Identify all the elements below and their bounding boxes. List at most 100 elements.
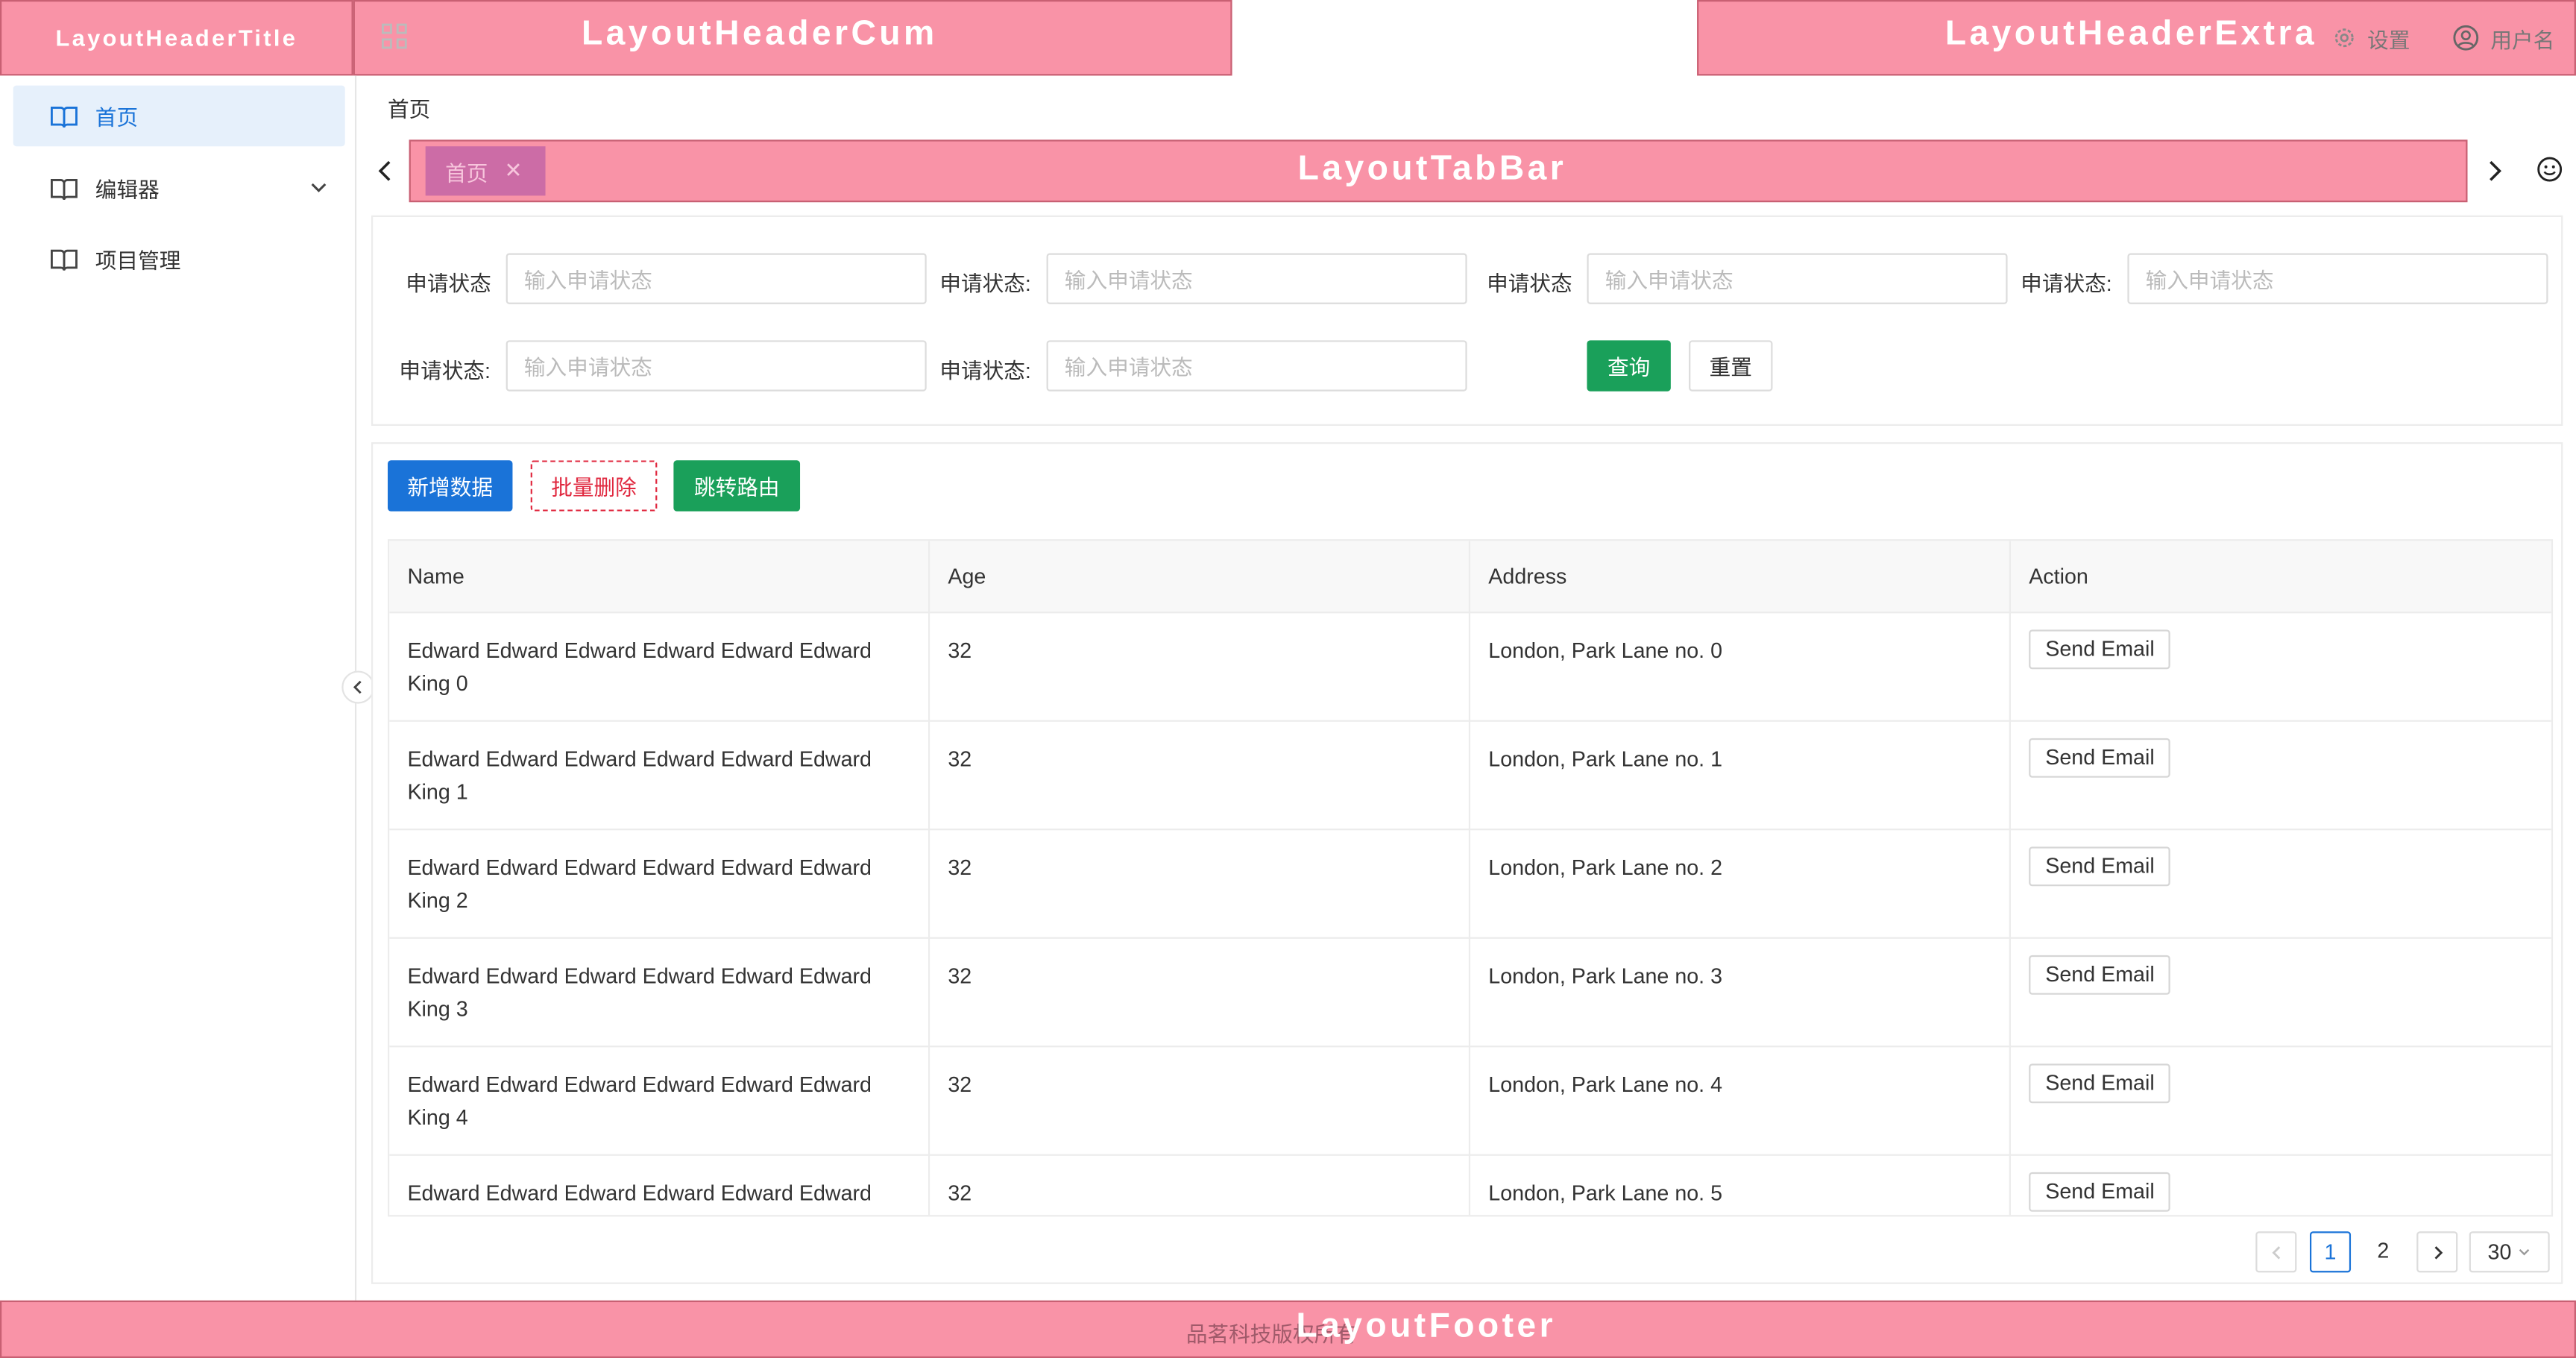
column-header-name: Name <box>389 541 930 612</box>
query-button[interactable]: 查询 <box>1587 340 1671 392</box>
sidebar-item-label: 首页 <box>95 105 139 131</box>
tab-label: 首页 <box>445 160 488 186</box>
chevron-down-icon <box>2519 1248 2529 1256</box>
book-icon <box>50 105 78 127</box>
cell-address: London, Park Lane no. 4 <box>1470 1046 2011 1154</box>
cell-name: Edward Edward Edward Edward Edward Edwar… <box>389 612 930 720</box>
book-icon <box>50 248 78 270</box>
cell-age: 32 <box>930 720 1471 829</box>
send-email-button[interactable]: Send Email <box>2029 1172 2171 1212</box>
settings-button[interactable]: 设置 <box>2333 22 2410 54</box>
send-email-button[interactable]: Send Email <box>2029 629 2171 670</box>
cell-name: Edward Edward Edward Edward Edward Edwar… <box>389 720 930 829</box>
app-grid-icon[interactable] <box>380 22 409 51</box>
table-row: Edward Edward Edward Edward Edward Edwar… <box>389 1154 2551 1216</box>
send-email-button[interactable]: Send Email <box>2029 955 2171 995</box>
column-header-age: Age <box>930 541 1471 612</box>
cell-age: 32 <box>930 1154 1471 1216</box>
application-status-input[interactable]: 输入申请状态 <box>1046 253 1467 304</box>
sidebar: 首页 编辑器 项目管理 <box>0 75 357 1301</box>
reset-button[interactable]: 重置 <box>1689 340 1773 392</box>
breadcrumb-current: 首页 <box>388 97 431 122</box>
add-data-button[interactable]: 新增数据 <box>388 460 513 512</box>
cell-name: Edward Edward Edward Edward Edward Edwar… <box>389 1046 930 1154</box>
pagination-page-1[interactable]: 1 <box>2309 1231 2352 1273</box>
sidebar-item-label: 项目管理 <box>95 248 181 273</box>
chevron-right-icon <box>2434 1245 2443 1259</box>
header-title-label: LayoutHeaderTitle <box>55 25 298 51</box>
sidebar-item-project-management[interactable]: 项目管理 <box>13 228 345 289</box>
page-size-select[interactable]: 30 <box>2469 1231 2550 1273</box>
cell-action: Send Email <box>2011 1046 2551 1154</box>
application-status-input[interactable]: 输入申请状态 <box>506 253 927 304</box>
field-label: 申请状态 <box>1487 271 1572 296</box>
layout-header-title: LayoutHeaderTitle <box>0 0 353 76</box>
layout-header-extra: LayoutHeaderExtra <box>1697 0 2576 76</box>
application-status-input[interactable]: 输入申请状态 <box>2127 253 2548 304</box>
column-header-action: Action <box>2029 564 2088 589</box>
tab-close-icon[interactable]: ✕ <box>504 158 522 184</box>
cell-action: Send Email <box>2011 1154 2551 1216</box>
user-avatar-icon <box>2453 25 2479 51</box>
cell-name: Edward Edward Edward Edward Edward Edwar… <box>389 937 930 1046</box>
sidebar-item-home[interactable]: 首页 <box>13 85 345 147</box>
application-status-input[interactable]: 输入申请状态 <box>506 340 927 392</box>
pagination-prev-button[interactable] <box>2255 1231 2297 1273</box>
username-label: 用户名 <box>2490 27 2555 52</box>
header-cum-label: LayoutHeaderCum <box>582 14 938 53</box>
send-email-button[interactable]: Send Email <box>2029 738 2171 778</box>
table-row: Edward Edward Edward Edward Edward Edwar… <box>389 937 2551 1048</box>
table-panel: 新增数据 批量删除 跳转路由 Name Age Address Action E… <box>371 442 2563 1284</box>
route-jump-button[interactable]: 跳转路由 <box>673 460 801 512</box>
cell-address: London, Park Lane no. 2 <box>1470 829 2011 937</box>
sidebar-item-label: 编辑器 <box>95 177 160 203</box>
tab-scroll-left-icon[interactable] <box>371 156 401 186</box>
send-email-button[interactable]: Send Email <box>2029 846 2171 887</box>
layout-footer: 品茗科技版权所有 LayoutFooter <box>0 1300 2576 1358</box>
chevron-left-icon <box>353 680 362 694</box>
layout-header-cum: LayoutHeaderCum <box>353 0 1232 76</box>
settings-label: 设置 <box>2367 27 2410 52</box>
table-header: Name Age Address Action <box>389 541 2551 614</box>
cell-address: London, Park Lane no. 1 <box>1470 720 2011 829</box>
sidebar-collapse-button[interactable] <box>341 670 375 704</box>
pagination-next-button[interactable] <box>2416 1231 2458 1273</box>
field-label: 申请状态: <box>399 358 491 383</box>
column-header-address: Address <box>1470 541 2011 612</box>
smiley-icon[interactable] <box>2536 156 2563 182</box>
tab-home[interactable]: 首页 ✕ <box>425 146 546 196</box>
cell-action: Send Email <box>2011 720 2551 829</box>
cell-action: Send Email <box>2011 937 2551 1046</box>
breadcrumb: 首页 <box>388 92 430 123</box>
field-label: 申请状态 <box>406 271 491 296</box>
table-row: Edward Edward Edward Edward Edward Edwar… <box>389 1046 2551 1156</box>
cell-address: London, Park Lane no. 3 <box>1470 937 2011 1046</box>
cell-action: Send Email <box>2011 829 2551 937</box>
field-label: 申请状态: <box>939 271 1031 296</box>
field-label: 申请状态: <box>2021 271 2112 296</box>
cell-address: London, Park Lane no. 0 <box>1470 612 2011 720</box>
table-row: Edward Edward Edward Edward Edward Edwar… <box>389 612 2551 722</box>
application-status-input[interactable]: 输入申请状态 <box>1046 340 1467 392</box>
page-size-value: 30 <box>2487 1239 2512 1265</box>
tab-scroll-right-icon[interactable] <box>2479 156 2509 186</box>
cell-age: 32 <box>930 1046 1471 1154</box>
footer-label: LayoutFooter <box>1296 1307 1556 1345</box>
data-table: Name Age Address Action Edward Edward Ed… <box>388 539 2554 1217</box>
cell-age: 32 <box>930 937 1471 1046</box>
tab-bar-label: LayoutTabBar <box>1297 149 1567 188</box>
cell-name: Edward Edward Edward Edward Edward Edwar… <box>389 1154 930 1216</box>
batch-delete-button[interactable]: 批量删除 <box>530 460 658 512</box>
header-extra-label: LayoutHeaderExtra <box>1944 14 2318 53</box>
application-status-input[interactable]: 输入申请状态 <box>1587 253 2008 304</box>
search-form: 申请状态 输入申请状态 申请状态: 输入申请状态 申请状态 输入申请状态 申请状… <box>371 215 2563 426</box>
pagination-page-2[interactable]: 2 <box>2377 1238 2389 1263</box>
sidebar-item-editor[interactable]: 编辑器 <box>13 158 345 219</box>
cell-address: London, Park Lane no. 5 <box>1470 1154 2011 1216</box>
table-row: Edward Edward Edward Edward Edward Edwar… <box>389 829 2551 939</box>
table-row: Edward Edward Edward Edward Edward Edwar… <box>389 720 2551 831</box>
send-email-button[interactable]: Send Email <box>2029 1063 2171 1104</box>
layout-tab-bar: 首页 ✕ LayoutTabBar <box>409 139 2468 203</box>
book-icon <box>50 177 78 199</box>
user-menu[interactable]: 用户名 <box>2453 22 2555 54</box>
